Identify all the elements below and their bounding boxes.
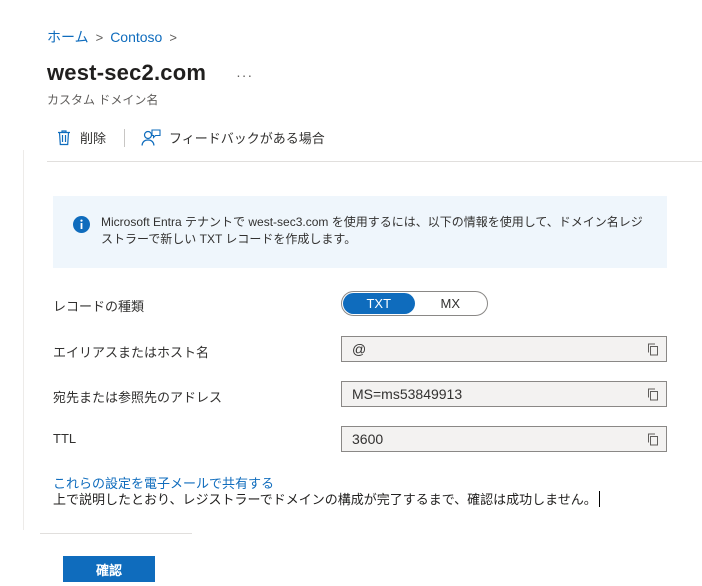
destination-field [341,381,667,407]
page-subtitle: カスタム ドメイン名 [47,93,159,107]
feedback-label: フィードバックがある場合 [169,131,325,146]
breadcrumb-contoso-link[interactable]: Contoso [110,29,162,45]
copy-icon [648,343,658,355]
record-type-label: レコードの種類 [53,299,145,314]
feedback-person-icon [141,128,161,146]
breadcrumb-separator: > [95,29,104,45]
alias-copy-button[interactable] [640,343,666,356]
trash-icon [58,130,70,146]
alias-input[interactable] [342,337,640,361]
more-options-icon[interactable]: ··· [236,67,253,83]
verification-note-text: 上で説明したとおり、レジストラーでドメインの構成が完了するまで、確認は成功しませ… [53,492,597,507]
copy-icon [648,388,658,400]
ttl-input[interactable] [342,427,640,451]
delete-button[interactable]: 削除 [56,128,106,147]
ttl-copy-button[interactable] [640,433,666,446]
record-type-txt-option[interactable]: TXT [343,293,415,314]
title-row: west-sec2.com ··· [47,60,253,86]
page-title: west-sec2.com [47,60,207,85]
toolbar-divider [124,128,126,147]
content-left-border [23,150,24,530]
ttl-label: TTL [53,431,77,446]
destination-label: 宛先または参照先のアドレス [53,390,223,405]
alias-field [341,336,667,362]
feedback-button[interactable]: フィードバックがある場合 [141,128,325,147]
record-type-mx-option[interactable]: MX [415,293,487,314]
info-banner: Microsoft Entra テナントで west-sec3.com を使用す… [53,196,667,268]
record-type-toggle: TXT MX [341,291,488,316]
verify-button[interactable]: 確認 [63,556,155,582]
destination-input[interactable] [342,382,640,406]
verification-note: 上で説明したとおり、レジストラーでドメインの構成が完了するまで、確認は成功しませ… [53,489,600,508]
copy-icon [648,433,658,445]
info-icon [73,216,90,233]
footer-divider [40,533,192,534]
breadcrumb: ホーム > Contoso > [47,27,184,47]
destination-copy-button[interactable] [640,388,666,401]
command-bar: 削除 フィードバックがある場合 [56,128,325,147]
info-message: Microsoft Entra テナントで west-sec3.com を使用す… [101,215,643,246]
breadcrumb-home-link[interactable]: ホーム [47,27,89,47]
command-bar-divider [47,161,702,162]
delete-label: 削除 [80,131,107,146]
breadcrumb-separator: > [169,29,177,45]
ttl-field [341,426,667,452]
text-cursor [598,491,600,507]
alias-label: エイリアスまたはホスト名 [53,345,210,360]
